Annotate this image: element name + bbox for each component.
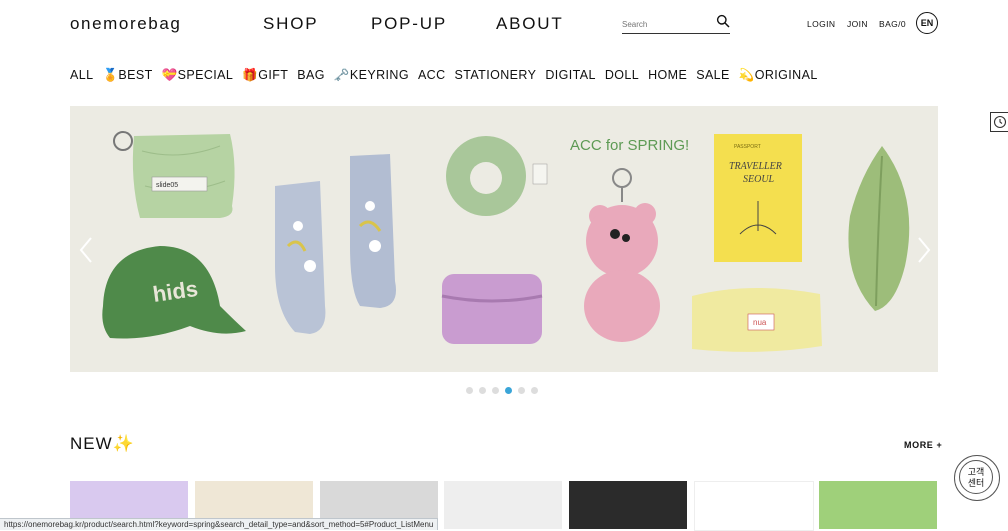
slider-dot[interactable] [518,387,525,394]
category-special[interactable]: 💝SPECIAL [162,68,234,84]
category-keyring[interactable]: 🗝️KEYRING [334,68,409,84]
leaf-image [848,146,910,311]
slider-dot[interactable] [479,387,486,394]
category-original[interactable]: 💫ORIGINAL [739,68,818,84]
product-thumb[interactable] [694,481,814,531]
banner-prev-arrow[interactable] [78,236,94,264]
socks-image [275,154,396,334]
product-thumb[interactable] [819,481,937,529]
browser-status-url: https://onemorebag.kr/product/search.htm… [0,518,439,530]
product-thumb[interactable] [569,481,687,529]
knit-pouch-image [441,274,543,344]
nav-shop[interactable]: SHOP [263,14,318,34]
category-gift[interactable]: 🎁GIFT [242,68,288,84]
category-all[interactable]: ALL [70,68,93,84]
recent-view-clock-icon[interactable] [990,112,1008,132]
svg-text:slide05: slide05 [156,182,178,189]
slider-dots [466,387,538,394]
search-box [622,14,730,34]
sparkle-icon: 💫 [738,68,755,82]
slider-dot[interactable] [492,387,499,394]
category-sale[interactable]: SALE [696,68,730,84]
category-home[interactable]: HOME [648,68,687,84]
category-acc[interactable]: ACC [418,68,446,84]
pink-bear-image [584,168,660,342]
key-icon: 🗝️ [333,68,350,82]
green-pouch-image: slide05 [113,131,235,218]
section-title-new: NEW✨ [70,434,135,453]
banner-headline: ACC for SPRING! [570,137,689,154]
svg-text:SEOUL: SEOUL [743,174,775,185]
scrunchie-image [446,136,548,216]
gift-icon: 🎁 [242,68,259,82]
yellow-book-image: PASSPORT TRAVELLER SEOUL [714,134,802,262]
more-link[interactable]: MORE + [904,440,942,450]
slider-dot[interactable] [531,387,538,394]
customer-center-button[interactable]: 고객 센터 [954,455,1000,501]
banner-next-arrow[interactable] [916,236,932,264]
search-icon[interactable] [716,14,730,28]
svg-text:nua: nua [753,318,767,327]
language-button[interactable]: EN [916,12,938,34]
pencil-pouch-image: nua [692,287,822,352]
bag-link[interactable]: BAG/0 [879,19,906,29]
banner-illustration: slide05 hids ACC for SPRING! PASSPORT TR… [102,131,910,352]
nav-about[interactable]: ABOUT [496,14,564,34]
medal-icon: 🏅 [102,68,119,82]
heart-icon: 💝 [161,68,178,82]
product-thumb[interactable] [444,481,562,529]
category-stationery[interactable]: STATIONERY [455,68,537,84]
category-best[interactable]: 🏅BEST [102,68,152,84]
hero-banner[interactable]: slide05 hids ACC for SPRING! PASSPORT TR… [70,106,938,372]
category-nav: ALL 🏅BEST 💝SPECIAL 🎁GIFT BAG 🗝️KEYRING A… [70,68,818,84]
green-cap-image: hids [102,246,246,339]
join-link[interactable]: JOIN [847,19,868,29]
slider-dot[interactable] [505,387,512,394]
category-bag[interactable]: BAG [297,68,325,84]
svg-text:TRAVELLER: TRAVELLER [729,161,782,172]
nav-popup[interactable]: POP-UP [371,14,447,34]
search-input[interactable] [622,18,708,29]
category-digital[interactable]: DIGITAL [545,68,596,84]
category-doll[interactable]: DOLL [605,68,639,84]
customer-center-label: 고객 센터 [959,460,993,494]
svg-text:PASSPORT: PASSPORT [734,144,761,150]
slider-dot[interactable] [466,387,473,394]
login-link[interactable]: LOGIN [807,19,835,29]
